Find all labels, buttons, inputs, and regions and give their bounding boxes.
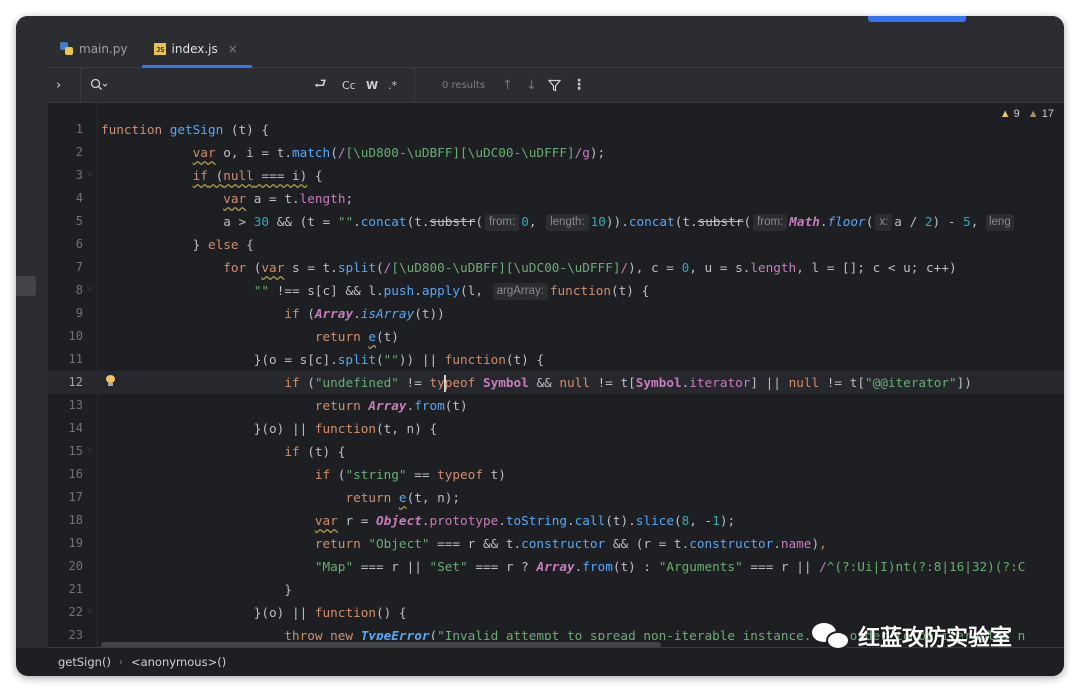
line-number: 21 xyxy=(68,582,83,596)
code-line[interactable]: 1 function getSign (t) { xyxy=(48,118,1064,141)
title-strip xyxy=(16,16,1064,30)
param-hint: leng xyxy=(985,214,1014,231)
code-line[interactable]: 4 var a = t.length; xyxy=(48,187,1064,210)
breadcrumb-item-anonymous[interactable]: <anonymous>() xyxy=(131,655,226,669)
code-line[interactable]: 3 ˅ if (null === i) { xyxy=(48,164,1064,187)
code-line[interactable]: 8 ˅ "" !== s[c] && l.push.apply(l, argArr… xyxy=(48,279,1064,302)
code-line[interactable]: 21 } xyxy=(48,578,1064,601)
code-line[interactable]: 11 }(o = s[c].split("")) || function(t) … xyxy=(48,348,1064,371)
code-line[interactable]: 13 return Array.from(t) xyxy=(48,394,1064,417)
param-hint: length: xyxy=(546,214,589,231)
line-number: 4 xyxy=(75,191,83,205)
line-number: 23 xyxy=(68,628,83,642)
js-file-icon: JS xyxy=(153,42,166,55)
line-number: 18 xyxy=(68,513,83,527)
line-number: 7 xyxy=(75,260,83,274)
match-case-toggle[interactable]: Cc xyxy=(342,68,356,102)
fold-icon[interactable]: ˅ xyxy=(87,440,92,463)
line-number: 12 xyxy=(68,375,83,389)
find-toolbar: › ⮐ Cc W .* 0 results ↑ ↓ ⋮ xyxy=(48,68,1064,103)
watermark: 红蓝攻防实验室 xyxy=(812,620,1012,652)
tab-label: main.py xyxy=(79,41,128,56)
line-number: 8 xyxy=(75,283,83,297)
code-line[interactable]: 7 for (var s = t.split(/[\uD800-\uDBFF][… xyxy=(48,256,1064,279)
line-number: 13 xyxy=(68,398,83,412)
more-options-icon[interactable]: ⋮ xyxy=(572,68,586,102)
code-line[interactable]: 2 var o, i = t.match(/[\uD800-\uDBFF][\u… xyxy=(48,141,1064,164)
param-hint: from: xyxy=(753,214,788,231)
line-number: 11 xyxy=(68,352,83,366)
python-file-icon xyxy=(60,42,73,55)
search-icon xyxy=(90,78,108,90)
search-input[interactable] xyxy=(90,68,108,102)
code-line[interactable]: 18 var r = Object.prototype.toString.cal… xyxy=(48,509,1064,532)
editor-tabs: main.py JS index.js × xyxy=(48,30,1064,68)
line-number: 2 xyxy=(75,145,83,159)
fold-icon[interactable]: ˅ xyxy=(87,601,92,624)
line-number: 15 xyxy=(68,444,83,458)
code-line[interactable]: 14 }(o) || function(t, n) { xyxy=(48,417,1064,440)
tool-window-handle[interactable] xyxy=(16,276,36,296)
arrow-up-icon[interactable]: ↑ xyxy=(502,68,513,102)
line-number: 22 xyxy=(68,605,83,619)
wechat-icon xyxy=(812,621,852,651)
line-number: 19 xyxy=(68,536,83,550)
tool-window-strip xyxy=(16,30,49,648)
code-line[interactable]: 20 "Map" === r || "Set" === r ? Array.fr… xyxy=(48,555,1064,578)
code-line[interactable]: 9 if (Array.isArray(t)) xyxy=(48,302,1064,325)
line-number: 20 xyxy=(68,559,83,573)
toolbar-button[interactable] xyxy=(868,16,966,22)
code-editor[interactable]: ▲ 9 ▲ 17 1 function getSign (t) { 2 var o… xyxy=(48,103,1064,648)
code-line[interactable]: 19 return "Object" === r && t.constructo… xyxy=(48,532,1064,555)
code-line[interactable]: 16 if ("string" == typeof t) xyxy=(48,463,1064,486)
fold-icon[interactable]: ˅ xyxy=(87,279,92,302)
tab-main-py[interactable]: main.py xyxy=(48,30,142,67)
line-number: 10 xyxy=(68,329,83,343)
tab-label: index.js xyxy=(171,41,218,56)
watermark-text: 红蓝攻防实验室 xyxy=(858,626,1013,651)
code-line[interactable]: 10 return e(t) xyxy=(48,325,1064,348)
line-number: 6 xyxy=(75,237,83,251)
param-hint: from: xyxy=(484,214,520,231)
param-hint: x: xyxy=(875,214,893,231)
chevron-right-icon: › xyxy=(118,656,123,668)
line-number: 1 xyxy=(75,122,83,136)
line-number: 3 xyxy=(75,168,83,182)
divider xyxy=(414,68,415,102)
new-line-icon[interactable]: ⮐ xyxy=(314,68,327,102)
line-number: 14 xyxy=(68,421,83,435)
results-count: 0 results xyxy=(442,79,486,91)
line-number: 16 xyxy=(68,467,83,481)
expand-replace-chevron-icon[interactable]: › xyxy=(56,68,61,102)
param-hint: argArray: xyxy=(492,283,548,300)
code-line-current[interactable]: 12 if ("undefined" != typeof Symbol && n… xyxy=(48,371,1064,394)
code-line[interactable]: 5 a > 30 && (t = "".concat(t.substr(from… xyxy=(48,210,1064,233)
code-line[interactable]: 6 } else { xyxy=(48,233,1064,256)
whole-words-toggle[interactable]: W xyxy=(366,68,378,102)
fold-icon[interactable]: ˅ xyxy=(87,164,92,187)
arrow-down-icon[interactable]: ↓ xyxy=(526,68,537,102)
regex-toggle[interactable]: .* xyxy=(388,68,397,102)
code-line[interactable]: 15 ˅ if (t) { xyxy=(48,440,1064,463)
breadcrumb-item-getsign[interactable]: getSign() xyxy=(58,655,111,669)
divider xyxy=(80,68,81,102)
line-number: 5 xyxy=(75,214,83,228)
ide-window: main.py JS index.js × › ⮐ Cc W .* 0 resu… xyxy=(16,16,1064,676)
line-number: 9 xyxy=(75,306,83,320)
close-icon[interactable]: × xyxy=(228,42,238,56)
tab-index-js[interactable]: JS index.js × xyxy=(141,30,253,68)
line-number: 17 xyxy=(68,490,83,504)
filter-icon[interactable] xyxy=(548,68,561,102)
code-line[interactable]: 17 return e(t, n); xyxy=(48,486,1064,509)
